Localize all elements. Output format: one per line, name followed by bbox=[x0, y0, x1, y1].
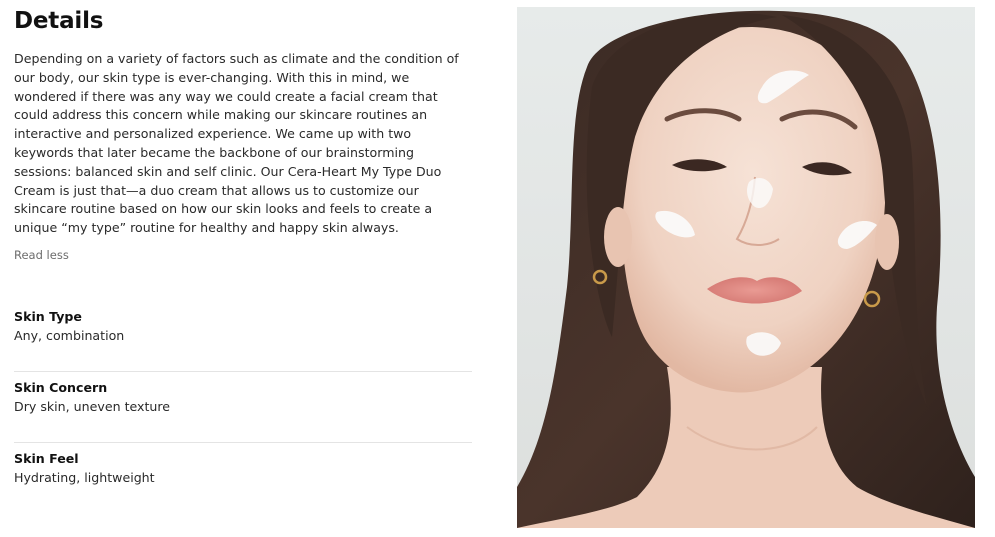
spec-value: Any, combination bbox=[14, 327, 125, 343]
spec-row-skin-type: Skin Type Any, combination bbox=[14, 301, 472, 372]
ear-left bbox=[604, 207, 632, 267]
spec-row-skin-concern: Skin Concern Dry skin, uneven texture bbox=[14, 372, 472, 443]
read-less-link[interactable]: Read less bbox=[14, 248, 69, 262]
product-model-photo bbox=[517, 7, 975, 528]
spec-label: Skin Type bbox=[14, 308, 82, 324]
spec-label: Skin Concern bbox=[14, 379, 108, 395]
ear-right bbox=[875, 214, 899, 270]
specs-list: Skin Type Any, combination Skin Concern … bbox=[14, 301, 472, 514]
details-section: Details Depending on a variety of factor… bbox=[14, 0, 472, 514]
spec-value: Hydrating, lightweight bbox=[14, 469, 155, 485]
details-description: Depending on a variety of factors such a… bbox=[14, 51, 459, 236]
spec-row-skin-feel: Skin Feel Hydrating, lightweight bbox=[14, 443, 472, 514]
spec-value: Dry skin, uneven texture bbox=[14, 398, 171, 414]
model-illustration bbox=[517, 10, 975, 528]
details-heading: Details bbox=[14, 8, 104, 34]
spec-label: Skin Feel bbox=[14, 450, 79, 466]
